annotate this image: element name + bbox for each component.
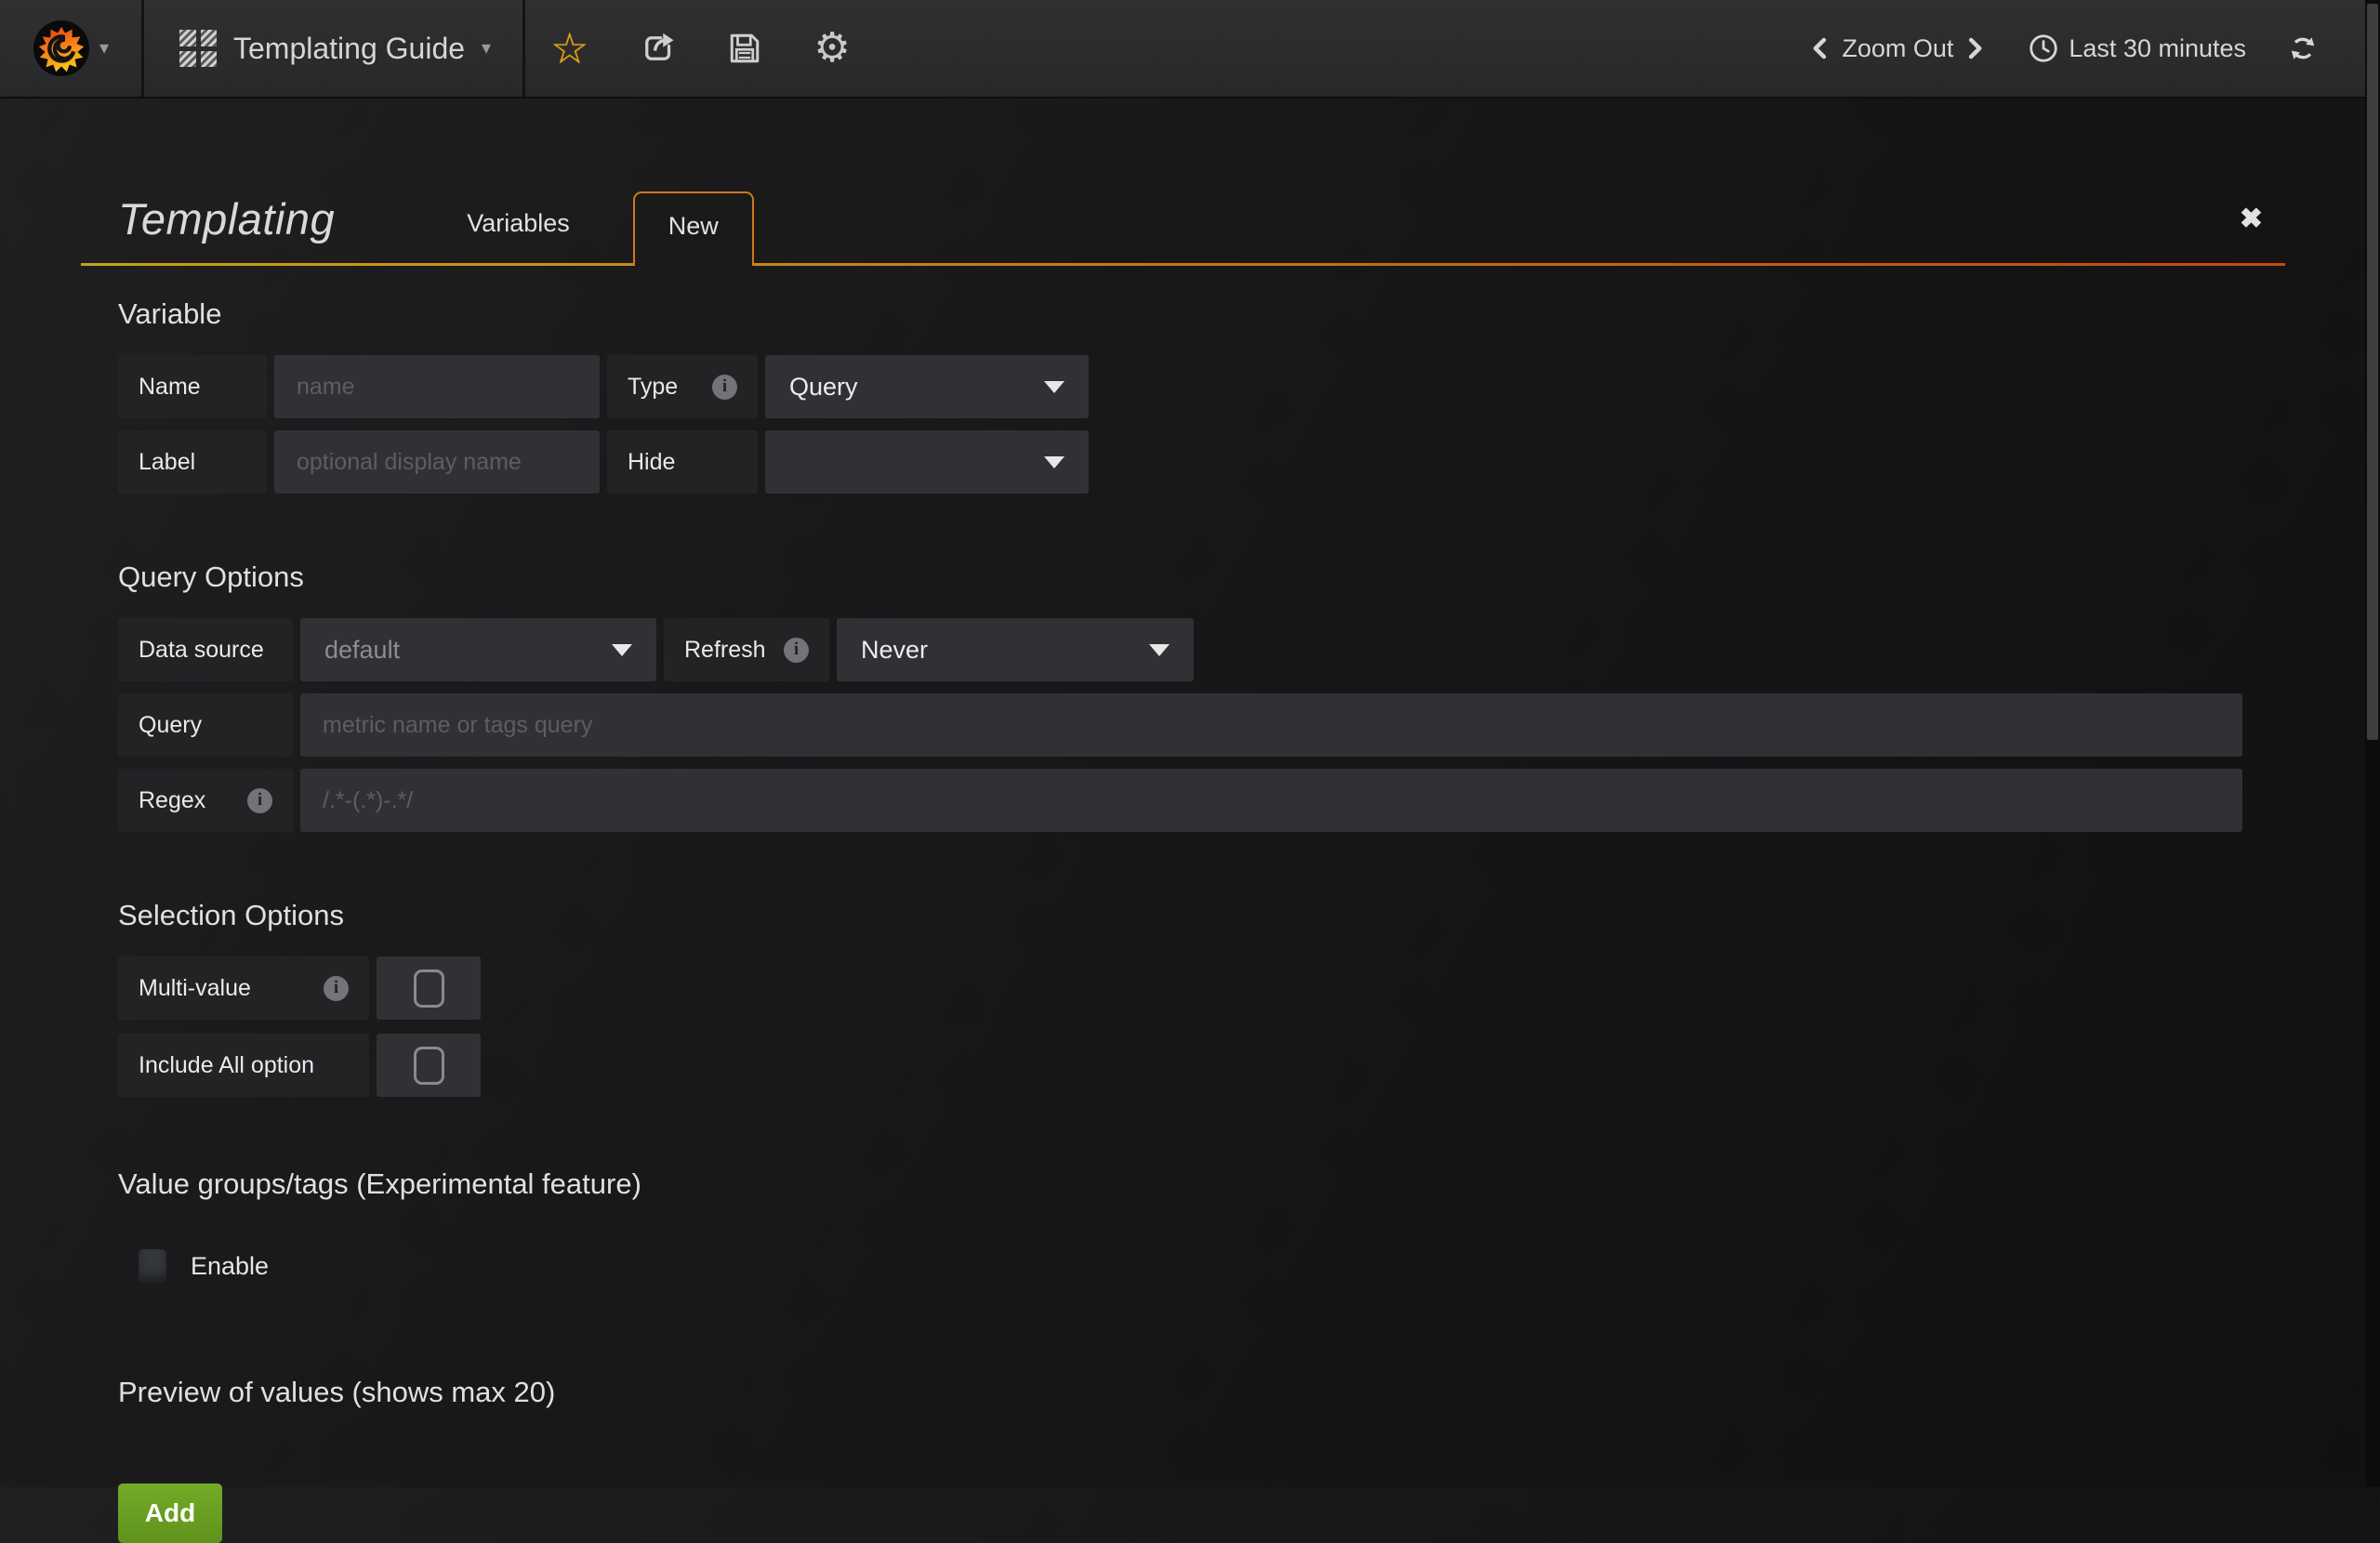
select-caret-icon: [1149, 644, 1170, 656]
type-label: Type i: [607, 355, 758, 418]
query-label: Query: [118, 693, 293, 757]
time-controls: Zoom Out Last 30 minutes: [1808, 0, 2380, 97]
datasource-select[interactable]: default: [300, 618, 656, 681]
datasource-select-value: default: [324, 636, 400, 665]
refresh-label-text: Refresh: [684, 637, 766, 664]
dashboard-title: Templating Guide: [233, 32, 465, 66]
multi-value-row: Multi-value i: [118, 956, 2285, 1020]
templating-header: Templating Variables New ✖: [81, 97, 2285, 266]
datasource-row: Data source default Refresh i Never: [118, 618, 2285, 681]
name-label: Name: [118, 355, 267, 418]
query-options-heading: Query Options: [118, 560, 2285, 594]
label-label: Label: [118, 430, 267, 494]
tab-new[interactable]: New: [633, 191, 754, 266]
dashboard-title-dropdown[interactable]: Templating Guide ▾: [144, 0, 522, 97]
logo-dropdown-caret-icon: ▾: [99, 39, 109, 58]
variable-heading: Variable: [118, 297, 2285, 331]
gear-icon: ⚙: [813, 28, 850, 69]
clock-icon: [2028, 33, 2059, 64]
enable-checkbox[interactable]: [139, 1249, 166, 1283]
settings-button[interactable]: ⚙: [788, 0, 875, 97]
time-forward-button[interactable]: [1963, 36, 1987, 60]
templating-panel: Templating Variables New ✖ Variable Name…: [81, 97, 2285, 1543]
label-input[interactable]: [274, 430, 600, 494]
chevron-right-icon: [1963, 36, 1987, 60]
regex-row: Regex i: [118, 769, 2242, 832]
scrollbar-track: [2365, 0, 2380, 1487]
enable-row: Enable: [139, 1249, 2285, 1283]
multi-value-checkbox[interactable]: [377, 956, 481, 1020]
include-all-label: Include All option: [118, 1034, 369, 1097]
variable-row-1: Name Type i Query: [118, 355, 2285, 418]
share-dashboard-button[interactable]: [614, 0, 701, 97]
selection-options-heading: Selection Options: [118, 899, 2285, 932]
zoom-out-button[interactable]: Zoom Out: [1842, 34, 1953, 63]
page-title: Templating: [118, 193, 335, 244]
grafana-logo-menu[interactable]: ▾: [0, 0, 141, 97]
refresh-select[interactable]: Never: [837, 618, 1194, 681]
query-input[interactable]: [300, 693, 2242, 757]
value-groups-heading: Value groups/tags (Experimental feature): [118, 1167, 2285, 1201]
dashboard-grid-icon: [179, 30, 217, 67]
include-all-row: Include All option: [118, 1034, 2285, 1097]
name-input[interactable]: [274, 355, 600, 418]
regex-label: Regex i: [118, 769, 293, 832]
type-info-icon[interactable]: i: [712, 375, 737, 400]
scrollbar-thumb[interactable]: [2367, 4, 2378, 740]
include-all-checkbox[interactable]: [377, 1034, 481, 1097]
time-range-label: Last 30 minutes: [2069, 34, 2246, 63]
refresh-icon: [2287, 33, 2319, 64]
query-row: Query: [118, 693, 2242, 757]
close-icon[interactable]: ✖: [2240, 205, 2263, 233]
time-range-picker[interactable]: Last 30 minutes: [2028, 33, 2246, 64]
nav-spacer: [876, 0, 1809, 97]
type-label-text: Type: [628, 374, 678, 401]
multi-value-info-icon[interactable]: i: [324, 976, 349, 1001]
star-icon: ☆: [550, 27, 588, 70]
refresh-select-value: Never: [861, 636, 928, 665]
checkbox-box-icon: [414, 969, 444, 1008]
refresh-label: Refresh i: [664, 618, 829, 681]
type-select-value: Query: [789, 373, 858, 402]
enable-label: Enable: [191, 1252, 269, 1281]
refresh-button[interactable]: [2287, 33, 2319, 64]
select-caret-icon: [1044, 456, 1064, 468]
type-select[interactable]: Query: [765, 355, 1089, 418]
star-dashboard-button[interactable]: ☆: [525, 0, 614, 97]
variable-row-2: Label Hide: [118, 430, 2285, 494]
save-dashboard-button[interactable]: [701, 0, 788, 97]
add-button[interactable]: Add: [118, 1484, 222, 1543]
multi-value-label-text: Multi-value: [139, 975, 251, 1002]
select-caret-icon: [612, 644, 632, 656]
time-back-button[interactable]: [1808, 36, 1832, 60]
hide-label: Hide: [607, 430, 758, 494]
grafana-logo-icon: [33, 20, 90, 77]
tab-variables[interactable]: Variables: [435, 209, 602, 263]
share-icon: [639, 30, 676, 67]
chevron-left-icon: [1808, 36, 1832, 60]
datasource-label: Data source: [118, 618, 293, 681]
tab-bar: Variables New: [435, 191, 754, 263]
select-caret-icon: [1044, 381, 1064, 393]
checkbox-box-icon: [414, 1047, 444, 1085]
preview-heading: Preview of values (shows max 20): [118, 1376, 2285, 1409]
refresh-info-icon[interactable]: i: [784, 638, 809, 663]
regex-label-text: Regex: [139, 787, 205, 814]
save-icon: [726, 30, 763, 67]
regex-input[interactable]: [300, 769, 2242, 832]
top-navbar: ▾ Templating Guide ▾ ☆ ⚙: [0, 0, 2380, 99]
hide-select[interactable]: [765, 430, 1089, 494]
dashboard-caret-icon: ▾: [482, 39, 491, 58]
multi-value-label: Multi-value i: [118, 956, 369, 1020]
regex-info-icon[interactable]: i: [247, 788, 272, 813]
